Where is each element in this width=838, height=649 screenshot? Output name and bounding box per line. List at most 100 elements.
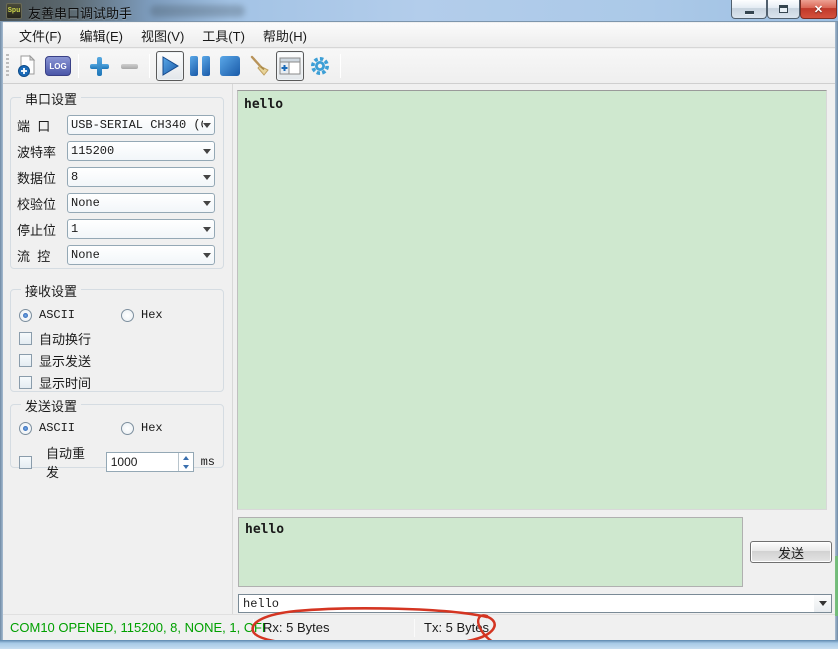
toolbar-separator <box>340 54 341 78</box>
log-window-button[interactable]: LOG <box>44 51 72 81</box>
stopbits-select[interactable]: 1 <box>67 219 215 239</box>
show-send-checkbox[interactable] <box>19 354 32 367</box>
auto-newline-checkbox[interactable] <box>19 332 32 345</box>
menu-file[interactable]: 文件(F) <box>10 23 71 48</box>
stop-button[interactable] <box>216 51 244 81</box>
statusbar: COM10 OPENED, 115200, 8, NONE, 1, OFF Rx… <box>3 614 835 640</box>
ms-unit-label: ms <box>201 455 215 469</box>
connection-status: COM10 OPENED, 115200, 8, NONE, 1, OFF <box>3 620 253 635</box>
clear-button[interactable] <box>246 51 274 81</box>
receive-ascii-label: ASCII <box>39 308 75 322</box>
parity-select[interactable]: None <box>67 193 215 213</box>
parity-label: 校验位 <box>17 194 67 213</box>
chevron-down-icon <box>203 201 211 206</box>
main-content: 串口设置 端 口 USB-SERIAL CH340 (COM10 波特率 115… <box>3 84 835 614</box>
stop-icon <box>220 56 240 76</box>
remove-button[interactable] <box>115 51 143 81</box>
tx-bytes-counter: Tx: 5 Bytes <box>415 620 565 635</box>
show-time-row: 显示时间 <box>19 374 215 391</box>
send-hex-radio[interactable] <box>121 422 134 435</box>
plus-icon <box>90 57 109 76</box>
auto-resend-label: 自动重发 <box>46 443 97 481</box>
close-button[interactable]: ✕ <box>800 0 837 19</box>
serial-settings-title: 串口设置 <box>21 89 81 108</box>
baudrate-label: 波特率 <box>17 142 67 161</box>
menu-edit[interactable]: 编辑(E) <box>71 23 132 48</box>
chevron-down-icon <box>203 175 211 180</box>
new-log-file-button[interactable] <box>14 51 42 81</box>
chevron-down-icon <box>203 253 211 258</box>
combo-value: hello <box>243 597 279 611</box>
menu-view[interactable]: 视图(V) <box>132 23 193 48</box>
send-ascii-radio[interactable] <box>19 422 32 435</box>
auto-newline-label: 自动换行 <box>39 329 91 348</box>
app-icon: Spu <box>6 3 22 19</box>
settings-button[interactable] <box>306 51 334 81</box>
port-select[interactable]: USB-SERIAL CH340 (COM10 <box>67 115 215 135</box>
spin-down-icon[interactable] <box>179 462 193 471</box>
send-ascii-label: ASCII <box>39 421 75 435</box>
maximize-button[interactable] <box>767 0 800 19</box>
spinner-buttons[interactable] <box>178 453 193 471</box>
toolbar: LOG <box>3 49 835 84</box>
show-send-row: 显示发送 <box>19 352 215 369</box>
receive-settings-title: 接收设置 <box>21 281 81 300</box>
databits-select[interactable]: 8 <box>67 167 215 187</box>
serial-settings-group: 串口设置 端 口 USB-SERIAL CH340 (COM10 波特率 115… <box>10 97 224 269</box>
show-time-checkbox[interactable] <box>19 376 32 389</box>
auto-newline-row: 自动换行 <box>19 330 215 347</box>
minimize-icon <box>745 11 754 14</box>
send-mode-row: ASCII Hex <box>19 419 215 437</box>
databits-row: 数据位 8 <box>17 167 215 187</box>
show-send-label: 显示发送 <box>39 351 91 370</box>
baudrate-select[interactable]: 115200 <box>67 141 215 161</box>
port-label: 端 口 <box>17 116 67 135</box>
window-border-bottom <box>0 640 838 649</box>
chevron-down-icon <box>203 123 211 128</box>
send-hex-label: Hex <box>141 421 163 435</box>
menubar: 文件(F) 编辑(E) 视图(V) 工具(T) 帮助(H) <box>3 23 835 48</box>
play-icon <box>159 55 181 77</box>
settings-panel: 串口设置 端 口 USB-SERIAL CH340 (COM10 波特率 115… <box>3 84 233 614</box>
start-button[interactable] <box>156 51 184 81</box>
pause-button[interactable] <box>186 51 214 81</box>
send-settings-group: 发送设置 ASCII Hex 自动重发 1000 <box>10 404 224 468</box>
receive-hex-radio[interactable] <box>121 309 134 322</box>
send-history-combo[interactable]: hello <box>238 594 832 613</box>
minus-icon <box>121 64 138 69</box>
spin-up-icon[interactable] <box>179 453 193 462</box>
auto-resend-checkbox[interactable] <box>19 456 32 469</box>
menu-help[interactable]: 帮助(H) <box>254 23 316 48</box>
panel-icon <box>279 56 301 76</box>
receive-settings-group: 接收设置 ASCII Hex 自动换行 显示发送 显示时间 <box>10 289 224 392</box>
window-title: 友善串口调试助手 <box>28 3 132 22</box>
send-button[interactable]: 发送 <box>750 541 832 563</box>
databits-label: 数据位 <box>17 168 67 187</box>
chevron-down-icon <box>203 149 211 154</box>
send-settings-title: 发送设置 <box>21 396 81 415</box>
resend-interval-value[interactable]: 1000 <box>107 453 178 471</box>
receive-ascii-radio[interactable] <box>19 309 32 322</box>
close-icon: ✕ <box>814 3 823 16</box>
menu-tools[interactable]: 工具(T) <box>193 23 254 48</box>
parity-row: 校验位 None <box>17 193 215 213</box>
chevron-down-icon <box>819 601 827 606</box>
flowcontrol-row: 流 控 None <box>17 245 215 265</box>
broom-icon <box>248 54 272 78</box>
resend-interval-spinner[interactable]: 1000 <box>106 452 194 472</box>
receive-hex-label: Hex <box>141 308 163 322</box>
stopbits-row: 停止位 1 <box>17 219 215 239</box>
log-icon: LOG <box>45 56 71 76</box>
receive-mode-row: ASCII Hex <box>19 306 215 324</box>
toggle-panel-button[interactable] <box>276 51 304 81</box>
titlebar[interactable]: Spu 友善串口调试助手 ✕ <box>0 0 838 22</box>
auto-resend-row: 自动重发 1000 ms <box>19 443 215 481</box>
maximize-icon <box>779 5 788 13</box>
minimize-button[interactable] <box>731 0 767 19</box>
add-button[interactable] <box>85 51 113 81</box>
receive-terminal[interactable]: hello <box>237 90 827 510</box>
show-time-label: 显示时间 <box>39 373 91 392</box>
combo-dropdown-button[interactable] <box>814 595 831 612</box>
flowcontrol-select[interactable]: None <box>67 245 215 265</box>
send-textarea[interactable]: hello <box>238 517 743 587</box>
